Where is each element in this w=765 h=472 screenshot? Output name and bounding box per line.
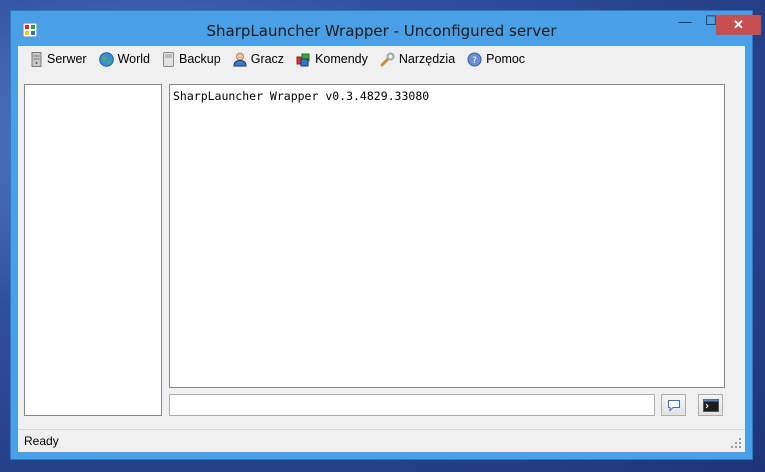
menu-label: Narzędzia bbox=[398, 52, 456, 66]
menu-item-world[interactable]: World bbox=[93, 48, 156, 70]
globe-icon bbox=[98, 51, 114, 67]
client-area: Serwer World Backup Gracz Komendy Narzęd… bbox=[18, 46, 745, 452]
menu-item-serwer[interactable]: Serwer bbox=[24, 48, 93, 70]
title-bar[interactable]: SharpLauncher Wrapper - Unconfigured ser… bbox=[11, 11, 761, 41]
commands-icon bbox=[296, 53, 310, 66]
menu-label: Gracz bbox=[250, 52, 285, 66]
user-icon bbox=[233, 52, 247, 66]
console-line: SharpLauncher Wrapper v0.3.4829.33080 bbox=[173, 89, 430, 103]
server-tree-panel[interactable] bbox=[24, 84, 162, 416]
close-button[interactable]: ✕ bbox=[716, 15, 761, 35]
backup-icon bbox=[163, 51, 175, 67]
help-icon: ? bbox=[467, 52, 482, 66]
console-icon bbox=[702, 398, 719, 412]
minimize-button[interactable]: — bbox=[671, 11, 699, 31]
menu-label: World bbox=[117, 52, 151, 66]
server-icon bbox=[31, 51, 42, 67]
resize-grip-icon[interactable] bbox=[730, 437, 742, 449]
menu-bar: Serwer World Backup Gracz Komendy Narzęd… bbox=[18, 46, 745, 72]
status-text: Ready bbox=[24, 434, 59, 448]
status-bar: Ready bbox=[18, 429, 745, 452]
wrench-icon bbox=[380, 52, 395, 66]
command-input[interactable] bbox=[169, 394, 655, 416]
speech-bubble-icon bbox=[667, 399, 680, 412]
svg-text:?: ? bbox=[472, 56, 477, 66]
send-command-button[interactable] bbox=[698, 394, 723, 416]
console-output[interactable]: SharpLauncher Wrapper v0.3.4829.33080 bbox=[169, 84, 725, 388]
menu-item-pomoc[interactable]: ? Pomoc bbox=[461, 48, 531, 70]
menu-item-komendy[interactable]: Komendy bbox=[290, 48, 374, 70]
menu-label: Serwer bbox=[47, 52, 87, 66]
window-title: SharpLauncher Wrapper - Unconfigured ser… bbox=[206, 22, 557, 40]
menu-label: Pomoc bbox=[486, 52, 526, 66]
menu-label: Backup bbox=[179, 52, 221, 66]
main-window: SharpLauncher Wrapper - Unconfigured ser… bbox=[10, 10, 761, 460]
menu-label: Komendy bbox=[315, 52, 368, 66]
menu-item-backup[interactable]: Backup bbox=[156, 48, 227, 70]
menu-item-narzedzia[interactable]: Narzędzia bbox=[374, 48, 461, 70]
menu-item-gracz[interactable]: Gracz bbox=[227, 48, 290, 70]
chat-button[interactable] bbox=[661, 394, 686, 416]
